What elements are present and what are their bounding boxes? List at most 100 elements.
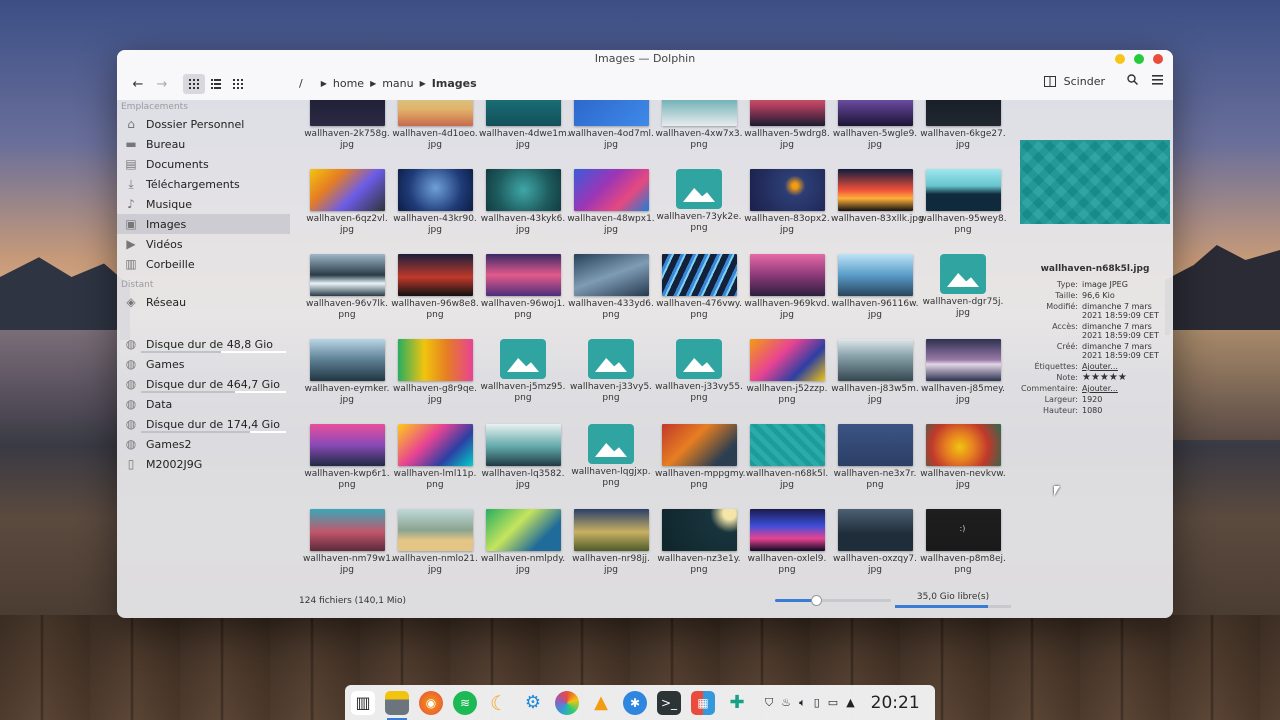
file-item[interactable]: wallhaven-83xllk.jpg: [831, 169, 924, 253]
file-item[interactable]: wallhaven-lqgjxp. png: [567, 424, 655, 508]
task-spotify[interactable]: ≋: [453, 690, 477, 715]
file-item[interactable]: wallhaven-476vwy. png: [655, 254, 743, 338]
sidebar-device[interactable]: ◍ Data: [117, 394, 297, 414]
task-vlc[interactable]: ▲: [589, 691, 613, 715]
chevron-right-icon[interactable]: ▶: [420, 79, 426, 88]
close-button[interactable]: [1153, 54, 1163, 64]
tray-expand-icon[interactable]: ▲: [846, 696, 854, 709]
menu-button[interactable]: [1152, 74, 1163, 88]
task-software-center[interactable]: ✱: [623, 690, 647, 715]
file-item[interactable]: wallhaven-96woj1. png: [479, 254, 567, 338]
back-button[interactable]: ←: [127, 74, 149, 94]
file-item[interactable]: wallhaven-eymker. jpg: [303, 339, 391, 423]
file-item[interactable]: wallhaven-j33vy55. png: [655, 339, 743, 423]
file-item[interactable]: :) wallhaven-p8m8ej. png: [919, 509, 1007, 590]
shield-icon[interactable]: ⛉: [765, 696, 773, 710]
file-item[interactable]: wallhaven-nm79w1. jpg: [303, 509, 394, 590]
file-item[interactable]: wallhaven-lq3582. jpg: [479, 424, 567, 508]
task-terminal[interactable]: >_: [657, 690, 681, 715]
app-launcher-button[interactable]: ▥: [351, 690, 375, 715]
file-item[interactable]: wallhaven-g8r9qe. jpg: [391, 339, 479, 423]
file-item[interactable]: wallhaven-lml11p. png: [391, 424, 479, 508]
sidebar-item-network[interactable]: ◈ Réseau: [117, 292, 297, 312]
sidebar-item-dossier-personnel[interactable]: ⌂ Dossier Personnel: [117, 114, 297, 134]
file-item[interactable]: wallhaven-43kyk6. jpg: [479, 169, 567, 253]
steam-tray-icon[interactable]: ♨: [781, 696, 791, 709]
sidebar-item-documents[interactable]: ▤ Documents: [117, 154, 297, 174]
file-item[interactable]: wallhaven-oxzqy7. jpg: [831, 509, 919, 590]
file-item[interactable]: wallhaven-43kr90. jpg: [391, 169, 479, 253]
details-view-button[interactable]: [227, 74, 249, 94]
file-item[interactable]: wallhaven-nevkvw. jpg: [919, 424, 1007, 508]
sidebar-item-images[interactable]: ▣ Images: [117, 214, 290, 234]
search-button[interactable]: [1127, 74, 1139, 88]
file-item[interactable]: wallhaven-83opx2. jpg: [743, 169, 831, 253]
add-comment-link[interactable]: Ajouter...: [1082, 384, 1170, 393]
file-item[interactable]: wallhaven-mppgmy. png: [655, 424, 746, 508]
file-item[interactable]: wallhaven-5wdrg8. jpg: [743, 100, 831, 168]
file-item[interactable]: wallhaven-j83w5m. jpg: [831, 339, 919, 423]
icons-view-button[interactable]: [183, 74, 205, 94]
sidebar-item-t-l-chargements[interactable]: ⤓ Téléchargements: [117, 174, 297, 194]
file-item[interactable]: wallhaven-96w8e8. png: [391, 254, 479, 338]
sidebar-device[interactable]: ◍ Games: [117, 354, 297, 374]
task-dolphin[interactable]: [385, 690, 409, 720]
task-color-app[interactable]: [555, 690, 579, 715]
breadcrumb-images[interactable]: Images: [432, 77, 477, 90]
sidebar-device[interactable]: ◍ Disque dur de 174,4 Gio: [117, 414, 297, 434]
clock[interactable]: 20:21: [871, 693, 920, 713]
file-item[interactable]: wallhaven-73yk2e. png: [655, 169, 743, 253]
volume-icon[interactable]: 🔈︎: [799, 696, 806, 710]
file-item[interactable]: wallhaven-2k758g. jpg: [303, 100, 391, 168]
file-item[interactable]: wallhaven-dgr75j. jpg: [919, 254, 1007, 338]
file-item[interactable]: wallhaven-4od7ml. jpg: [567, 100, 655, 168]
file-item[interactable]: wallhaven-5wgle9. jpg: [831, 100, 919, 168]
file-item[interactable]: wallhaven-48wpx1. jpg: [567, 169, 655, 253]
sidebar-item-vid-os[interactable]: ▶ Vidéos: [117, 234, 297, 254]
file-item[interactable]: wallhaven-j33vy5. png: [567, 339, 655, 423]
phone-icon[interactable]: ▯: [814, 696, 820, 709]
sidebar-item-bureau[interactable]: ▬ Bureau: [117, 134, 297, 154]
file-item[interactable]: wallhaven-nmlpdy. jpg: [479, 509, 567, 590]
task-moon-app[interactable]: ☾: [487, 691, 511, 715]
breadcrumb-home[interactable]: home: [333, 77, 364, 90]
file-item[interactable]: wallhaven-j52zzp. png: [743, 339, 831, 423]
sidebar-item-musique[interactable]: ♪ Musique: [117, 194, 297, 214]
file-item[interactable]: wallhaven-96116w. jpg: [831, 254, 919, 338]
maximize-button[interactable]: [1134, 54, 1144, 64]
breadcrumb-root[interactable]: /: [299, 77, 303, 90]
sidebar-device[interactable]: ▯ M2002J9G: [117, 454, 297, 474]
task-krita[interactable]: ✚: [725, 691, 749, 715]
file-item[interactable]: wallhaven-j85mey. jpg: [919, 339, 1007, 423]
task-office[interactable]: ▦: [691, 690, 715, 715]
sidebar-device[interactable]: ◍ Games2: [117, 434, 297, 454]
chevron-right-icon[interactable]: ▶: [370, 79, 376, 88]
breadcrumb-manu[interactable]: manu: [382, 77, 413, 90]
file-item[interactable]: wallhaven-95wey8. png: [919, 169, 1007, 253]
task-firefox[interactable]: ◉: [419, 690, 443, 715]
file-item[interactable]: wallhaven-969kvd. jpg: [743, 254, 831, 338]
chevron-right-icon[interactable]: ▶: [321, 79, 327, 88]
file-item[interactable]: wallhaven-ne3x7r. png: [831, 424, 919, 508]
file-item[interactable]: wallhaven-4d1oeo. jpg: [391, 100, 479, 168]
sidebar-device[interactable]: ◍ Disque dur de 48,8 Gio: [117, 334, 297, 354]
file-item[interactable]: wallhaven-6kge27. jpg: [919, 100, 1007, 168]
file-item[interactable]: wallhaven-6qz2vl. jpg: [303, 169, 391, 253]
add-tags-link[interactable]: Ajouter...: [1082, 362, 1170, 371]
file-item[interactable]: wallhaven-oxlel9. png: [743, 509, 831, 590]
file-item[interactable]: wallhaven-4xw7x3. png: [655, 100, 743, 168]
rating-stars[interactable]: ★★★★★: [1082, 373, 1170, 383]
file-item[interactable]: wallhaven-96v7lk. png: [303, 254, 391, 338]
sidebar-item-corbeille[interactable]: ▥ Corbeille: [117, 254, 297, 274]
split-view-button[interactable]: Scinder: [1043, 75, 1105, 88]
task-steam[interactable]: ⚙: [521, 691, 545, 715]
compact-view-button[interactable]: [205, 74, 227, 94]
minimize-button[interactable]: [1115, 54, 1125, 64]
zoom-slider[interactable]: [775, 595, 891, 606]
sidebar-device[interactable]: ◍ Disque dur de 464,7 Gio: [117, 374, 297, 394]
file-item[interactable]: wallhaven-4dwe1m. jpg: [479, 100, 570, 168]
file-item[interactable]: wallhaven-433yd6. png: [567, 254, 655, 338]
file-item[interactable]: wallhaven-nmlo21. jpg: [391, 509, 479, 590]
file-item[interactable]: wallhaven-kwp6r1. png: [303, 424, 391, 508]
zoom-slider-handle[interactable]: [810, 595, 822, 606]
